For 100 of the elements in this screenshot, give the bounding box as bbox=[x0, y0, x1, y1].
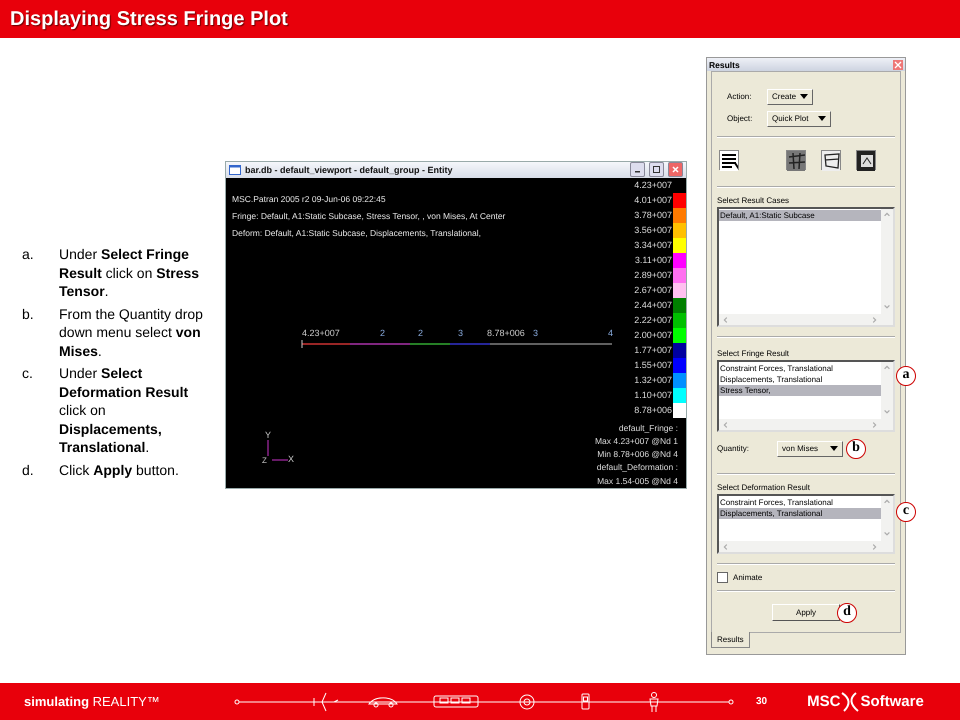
vertical-scrollbar[interactable] bbox=[881, 209, 893, 325]
dropdown-caret-icon bbox=[830, 446, 838, 451]
legend-value: 1.77+007 bbox=[634, 345, 673, 356]
dropdown-caret-icon bbox=[818, 116, 826, 121]
scroll-right-icon[interactable] bbox=[870, 316, 878, 324]
scroll-up-icon[interactable] bbox=[883, 211, 891, 219]
legend-value: 2.44+007 bbox=[634, 300, 673, 310]
scroll-left-icon[interactable] bbox=[722, 542, 730, 550]
maximize-button[interactable] bbox=[649, 162, 664, 178]
panel-title: Results bbox=[709, 60, 740, 70]
field-label: Object: bbox=[727, 114, 754, 123]
section-label: Select Deformation Result bbox=[717, 483, 811, 492]
node-label: 4 bbox=[608, 328, 614, 338]
plot-info-text: Fringe: Default, A1:Static Subcase, Stress Tensor, , von Mises, At Center bbox=[232, 210, 506, 221]
plot-info-text: Deform: Default, A1:Static Subcase, Displacements, Translational, bbox=[232, 228, 482, 238]
scroll-right-icon[interactable] bbox=[870, 542, 878, 550]
vertical-scrollbar[interactable] bbox=[881, 362, 893, 430]
fringe-summary-text: default_Deformation : bbox=[596, 461, 679, 474]
slide-title: Displaying Stress Fringe Plot bbox=[10, 8, 288, 30]
section-label: Select Fringe Result bbox=[717, 349, 790, 358]
node-label: 8.78+006 bbox=[487, 328, 525, 338]
node-label: 2 bbox=[380, 328, 386, 338]
callout-marker: b bbox=[846, 439, 866, 459]
step-text: Click Apply button. bbox=[59, 460, 180, 479]
legend-value: 2.00+007 bbox=[634, 330, 673, 340]
checkbox-label: Animate bbox=[733, 573, 762, 582]
scroll-up-icon[interactable] bbox=[883, 498, 891, 506]
scroll-left-icon[interactable] bbox=[722, 316, 730, 324]
vertical-scrollbar[interactable] bbox=[881, 496, 893, 552]
field-label: Action: bbox=[727, 92, 752, 101]
node-label: 2 bbox=[418, 328, 424, 338]
scroll-left-icon[interactable] bbox=[722, 420, 730, 428]
node-label: 4.23+007 bbox=[302, 328, 340, 338]
deform-icon[interactable] bbox=[821, 150, 841, 170]
list-edit-icon[interactable] bbox=[719, 150, 739, 170]
horizontal-scrollbar[interactable] bbox=[719, 541, 881, 552]
legend-value: 3.78+007 bbox=[634, 210, 673, 220]
scroll-right-icon[interactable] bbox=[870, 420, 878, 428]
list-item[interactable]: Displacements, Translational bbox=[719, 508, 881, 519]
fringe-summary-text: Max 4.23+007 @Nd 1 bbox=[594, 434, 679, 448]
scroll-down-icon[interactable] bbox=[883, 303, 891, 311]
action-dropdown[interactable]: Create bbox=[767, 88, 813, 104]
step-marker: c. bbox=[22, 364, 34, 383]
fringe-summary-text: Max 1.54-005 @Nd 4 bbox=[597, 474, 679, 488]
plot-info-text: MSC.Patran 2005 r2 09-Jun-06 09:22:45 bbox=[232, 194, 387, 204]
step-text: Under Select Fringe Result click on Stress Tensor. bbox=[59, 245, 200, 300]
logo-text: Software bbox=[860, 693, 924, 710]
footer-tagline: simulating REALITY™ bbox=[24, 694, 161, 709]
list-item[interactable]: Constraint Forces, Translational bbox=[719, 363, 881, 374]
plot-frame-icon[interactable] bbox=[856, 150, 876, 170]
fringe-summary-text: Min 8.78+006 @Nd 4 bbox=[597, 448, 679, 462]
legend-value: 3.34+007 bbox=[634, 240, 673, 250]
callout-marker: d bbox=[837, 603, 857, 623]
legend-value: 1.55+007 bbox=[634, 360, 673, 370]
result-list[interactable]: Default, A1:Static Subcase bbox=[717, 207, 895, 327]
object-dropdown[interactable]: Quick Plot bbox=[767, 110, 831, 126]
close-icon[interactable] bbox=[893, 60, 903, 70]
list-item[interactable]: Default, A1:Static Subcase bbox=[719, 210, 881, 221]
legend-value: 8.78+006 bbox=[634, 405, 673, 416]
legend-value: 1.10+007 bbox=[634, 390, 673, 400]
legend-value: 2.22+007 bbox=[634, 315, 673, 326]
quantity-dropdown[interactable]: von Mises bbox=[777, 440, 843, 456]
horizontal-scrollbar[interactable] bbox=[719, 314, 881, 325]
list-item[interactable]: Constraint Forces, Translational bbox=[719, 497, 881, 508]
legend-value: 2.89+007 bbox=[634, 270, 673, 280]
fringe-summary-text: default_Fringe : bbox=[618, 422, 679, 435]
list-item[interactable]: Displacements, Translational bbox=[719, 374, 881, 385]
list-item[interactable]: Stress Tensor, bbox=[719, 385, 881, 396]
legend-value: 2.67+007 bbox=[634, 285, 673, 296]
minimize-button[interactable] bbox=[630, 162, 645, 178]
legend-value: 3.56+007 bbox=[634, 225, 673, 236]
step-marker: b. bbox=[22, 304, 35, 324]
animate-checkbox[interactable] bbox=[717, 572, 728, 583]
legend-value: 1.32+007 bbox=[634, 375, 673, 386]
scroll-up-icon[interactable] bbox=[883, 364, 891, 372]
node-label: 3 bbox=[458, 328, 464, 338]
section-label: Select Result Cases bbox=[717, 196, 790, 205]
node-label: 3 bbox=[533, 328, 538, 338]
field-label: Quantity: bbox=[717, 444, 750, 453]
close-icon bbox=[672, 166, 679, 174]
window-title: bar.db - default_viewport - default_group - Entity bbox=[245, 164, 454, 175]
step-text: Under Select Deformation Result click on Displacements, Translational. bbox=[59, 364, 190, 456]
logo-swoosh-icon bbox=[840, 690, 860, 712]
step-marker: d. bbox=[22, 460, 35, 479]
legend-value: 3.11+007 bbox=[634, 255, 673, 266]
axis-triad-drawing: Y Z X bbox=[260, 430, 296, 464]
legend-value: 4.23+007 bbox=[634, 180, 673, 190]
callout-marker: a bbox=[896, 366, 916, 386]
maximize-icon bbox=[653, 166, 660, 174]
apply-button[interactable]: Apply bbox=[772, 604, 840, 621]
horizontal-scrollbar[interactable] bbox=[719, 419, 881, 430]
callout-marker: c bbox=[896, 502, 916, 522]
mesh-icon[interactable] bbox=[786, 150, 806, 170]
logo-text: MSC bbox=[807, 693, 840, 710]
scroll-down-icon[interactable] bbox=[883, 408, 891, 416]
legend-value: 4.01+007 bbox=[634, 195, 673, 206]
scroll-down-icon[interactable] bbox=[883, 530, 891, 538]
window-icon bbox=[229, 164, 241, 175]
results-tab[interactable]: Results bbox=[711, 632, 750, 648]
step-text: From the Quantity drop down menu select von Mises. bbox=[59, 304, 204, 360]
